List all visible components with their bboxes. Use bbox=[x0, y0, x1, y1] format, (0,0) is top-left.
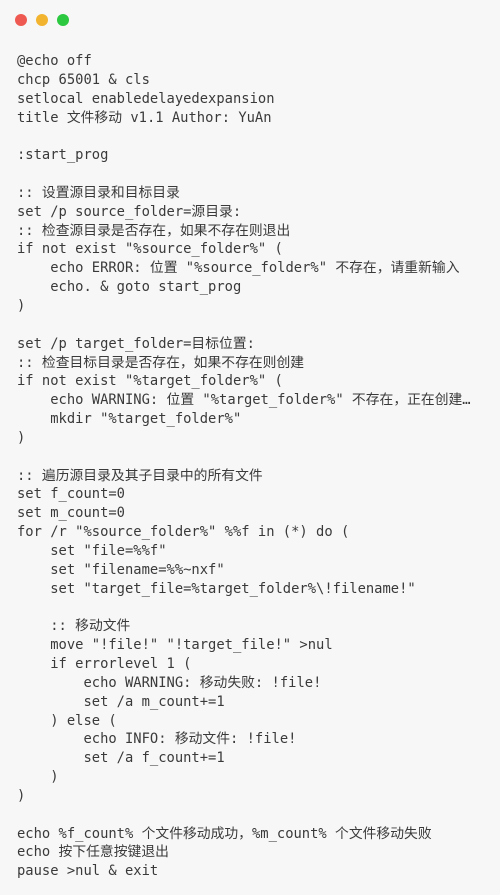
code-line: title 文件移动 v1.1 Author: YuAn bbox=[17, 109, 272, 126]
code-line: set m_count=0 bbox=[17, 505, 125, 522]
code-line: echo ERROR: 位置 "%source_folder%" 不存在，请重新… bbox=[17, 260, 460, 277]
code-line: :: 设置源目录和目标目录 bbox=[17, 184, 180, 201]
code-line: set "target_file=%target_folder%\!filena… bbox=[17, 580, 416, 597]
code-line: echo. & goto start_prog bbox=[17, 279, 242, 296]
code-line: set /a m_count+=1 bbox=[17, 693, 225, 710]
code-line: set "file=%%f" bbox=[17, 542, 167, 559]
code-line: set "filename=%%~nxf" bbox=[17, 561, 225, 578]
code-block: @echo off chcp 65001 & cls setlocal enable… bbox=[17, 52, 494, 881]
code-line: ) bbox=[17, 297, 26, 314]
code-line: if errorlevel 1 ( bbox=[17, 656, 192, 672]
code-line: :: 移动文件 bbox=[17, 618, 131, 635]
code-line: chcp 65001 & cls bbox=[17, 71, 150, 88]
code-line: for /r "%source_folder%" %%f in (*) do ( bbox=[17, 524, 350, 541]
code-line: echo WARNING: 移动失败: !file! bbox=[17, 674, 322, 691]
minimize-button[interactable] bbox=[36, 14, 48, 26]
code-line: ) bbox=[17, 769, 59, 786]
code-line: set /p source_folder=源目录: bbox=[17, 203, 242, 220]
close-button[interactable] bbox=[15, 14, 27, 26]
window-controls bbox=[15, 14, 69, 26]
code-line: if not exist "%source_folder%" ( bbox=[17, 241, 283, 258]
code-line: move "!file!" "!target_file!" >nul bbox=[17, 637, 333, 654]
code-line: :: 检查源目录是否存在，如果不存在则退出 bbox=[17, 222, 291, 239]
code-line: echo 按下任意按键退出 bbox=[17, 844, 169, 861]
code-line: echo INFO: 移动文件: !file! bbox=[17, 731, 297, 748]
code-line: pause >nul & exit bbox=[17, 863, 159, 880]
code-line: set /p target_folder=目标位置: bbox=[17, 335, 255, 352]
code-line: :start_prog bbox=[17, 147, 109, 164]
code-line: @echo off bbox=[17, 53, 92, 69]
code-line: ) bbox=[17, 429, 26, 446]
code-line: :: 遍历源目录及其子目录中的所有文件 bbox=[17, 467, 263, 484]
code-line: :: 检查目标目录是否存在，如果不存在则创建 bbox=[17, 354, 305, 371]
code-line: echo %f_count% 个文件移动成功，%m_count% 个文件移动失败 bbox=[17, 825, 432, 842]
code-line: echo WARNING: 位置 "%target_folder%" 不存在，正… bbox=[17, 392, 471, 409]
code-line: set /a f_count+=1 bbox=[17, 750, 225, 767]
zoom-button[interactable] bbox=[57, 14, 69, 26]
code-line: if not exist "%target_folder%" ( bbox=[17, 373, 283, 390]
code-line: mkdir "%target_folder%" bbox=[17, 411, 242, 428]
code-line: set f_count=0 bbox=[17, 486, 125, 503]
code-window: @echo off chcp 65001 & cls setlocal enable… bbox=[0, 0, 500, 895]
code-line: setlocal enabledelayedexpansion bbox=[17, 90, 275, 107]
code-line: ) bbox=[17, 787, 26, 804]
code-line: ) else ( bbox=[17, 712, 117, 729]
